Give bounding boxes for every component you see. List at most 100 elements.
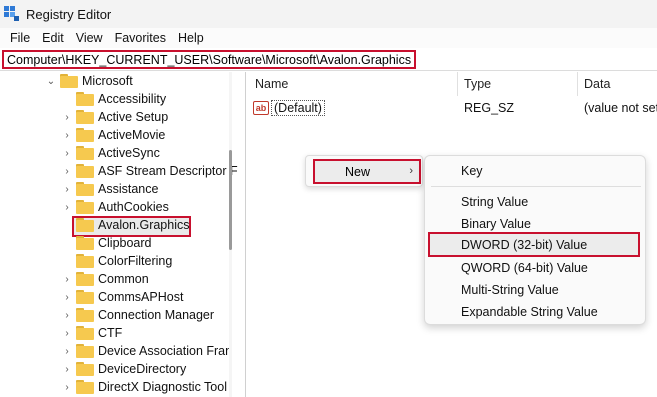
window-title: Registry Editor [26,6,112,22]
folder-icon [76,326,94,340]
chevron-right-icon[interactable] [62,236,72,250]
key-tree: ⌄ Microsoft Accessibility › Active Setup… [0,72,244,397]
value-name: (Default) [271,100,325,116]
tree-item[interactable]: › CTF [62,324,122,342]
title-bar: Registry Editor [0,0,657,28]
chevron-right-icon[interactable]: › [62,308,72,322]
folder-icon [76,308,94,322]
tree-item-label: Clipboard [98,236,152,250]
chevron-right-icon[interactable]: › [62,110,72,124]
menu-help[interactable]: Help [172,31,210,45]
chevron-right-icon[interactable]: › [62,272,72,286]
tree-item-label: ColorFiltering [98,254,173,268]
column-header-type[interactable]: Type [464,72,491,96]
context-menu-new[interactable]: New › [313,159,421,184]
chevron-right-icon[interactable] [62,254,72,268]
chevron-right-icon: › [409,165,413,177]
tree-item[interactable]: › DirectX Diagnostic Tool [62,378,227,396]
chevron-right-icon[interactable]: › [62,380,72,394]
folder-icon [76,362,94,376]
folder-icon [76,236,94,250]
tree-item[interactable]: › ASF Stream Descriptor F [62,162,238,180]
tree-item-label: Accessibility [98,92,167,106]
menu-edit[interactable]: Edit [36,31,70,45]
tree-item-label: Avalon.Graphics [98,218,190,232]
folder-icon [76,344,94,358]
address-bar: Computer\HKEY_CURRENT_USER\Software\Micr… [0,48,657,71]
menu-favorites[interactable]: Favorites [109,31,172,45]
tree-item[interactable]: Accessibility [62,90,166,108]
folder-icon [76,164,94,178]
chevron-right-icon[interactable]: › [62,182,72,196]
tree-item-label: ASF Stream Descriptor F [98,164,238,178]
submenu-expandable-string-value[interactable]: Expandable String Value [425,301,647,323]
tree-scrollbar-thumb[interactable] [229,150,232,250]
chevron-right-icon[interactable]: › [62,362,72,376]
context-menu: New › [305,155,423,187]
submenu-dword-value[interactable]: DWORD (32-bit) Value [425,234,647,256]
tree-item[interactable]: › AuthCookies [62,198,169,216]
tree-item-label: Connection Manager [98,308,215,322]
tree-item-label: DeviceDirectory [98,362,187,376]
tree-item[interactable]: › Common [62,270,149,288]
folder-icon [76,272,94,286]
submenu-qword-value[interactable]: QWORD (64-bit) Value [425,257,647,279]
menu-separator [431,186,641,187]
tree-item[interactable]: › CommsAPHost [62,288,183,306]
column-header-name[interactable]: Name [255,72,288,96]
submenu-key[interactable]: Key [425,160,647,182]
menu-file[interactable]: File [4,31,36,45]
tree-item[interactable]: › DeviceDirectory [62,360,186,378]
folder-icon [76,110,94,124]
chevron-right-icon[interactable]: › [62,146,72,160]
folder-icon [76,128,94,142]
tree-item-label: ActiveSync [98,146,160,160]
value-type: REG_SZ [464,101,515,115]
tree-item-label: Active Setup [98,110,169,124]
tree-item[interactable]: › Connection Manager [62,306,214,324]
menu-view[interactable]: View [70,31,109,45]
tree-item[interactable]: › Assistance [62,180,158,198]
tree-item[interactable]: › ActiveSync [62,144,160,162]
registry-editor-icon [4,6,20,22]
chevron-right-icon[interactable]: › [62,326,72,340]
chevron-right-icon[interactable]: › [62,344,72,358]
folder-icon [76,254,94,268]
folder-icon [76,92,94,106]
tree-item[interactable]: Clipboard [62,234,152,252]
value-row-default[interactable]: ab (Default) [253,99,325,117]
value-data: (value not set) [584,101,657,115]
column-divider[interactable] [457,72,458,96]
tree-item[interactable]: ColorFiltering [62,252,172,270]
tree-item-label: ActiveMovie [98,128,166,142]
chevron-right-icon[interactable] [62,218,72,232]
string-value-icon: ab [253,101,269,115]
submenu-string-value[interactable]: String Value [425,191,647,213]
tree-item[interactable]: › ActiveMovie [62,126,165,144]
chevron-down-icon[interactable]: ⌄ [46,74,56,88]
folder-icon [76,146,94,160]
tree-item-label: AuthCookies [98,200,169,214]
context-menu-new-label: New [345,164,371,179]
submenu-multi-string-value[interactable]: Multi-String Value [425,279,647,301]
tree-item-label: CommsAPHost [98,290,184,304]
chevron-right-icon[interactable] [62,92,72,106]
tree-item-label: Microsoft [82,74,133,88]
chevron-right-icon[interactable]: › [62,200,72,214]
tree-item[interactable]: › Active Setup [62,108,168,126]
tree-item[interactable]: › Device Association Fran [62,342,232,360]
address-path-input[interactable]: Computer\HKEY_CURRENT_USER\Software\Micr… [2,50,417,69]
column-header-data[interactable]: Data [584,72,610,96]
chevron-right-icon[interactable]: › [62,290,72,304]
tree-item-avalon-graphics[interactable]: Avalon.Graphics [62,216,190,234]
tree-item-microsoft[interactable]: ⌄ Microsoft [46,72,133,90]
tree-item-label: CTF [98,326,123,340]
chevron-right-icon[interactable]: › [62,164,72,178]
tree-item-label: DirectX Diagnostic Tool [98,380,227,394]
folder-icon [76,290,94,304]
column-divider[interactable] [577,72,578,96]
chevron-right-icon[interactable]: › [62,128,72,142]
folder-icon [76,182,94,196]
tree-item-label: Common [98,272,149,286]
folder-icon [60,74,78,88]
